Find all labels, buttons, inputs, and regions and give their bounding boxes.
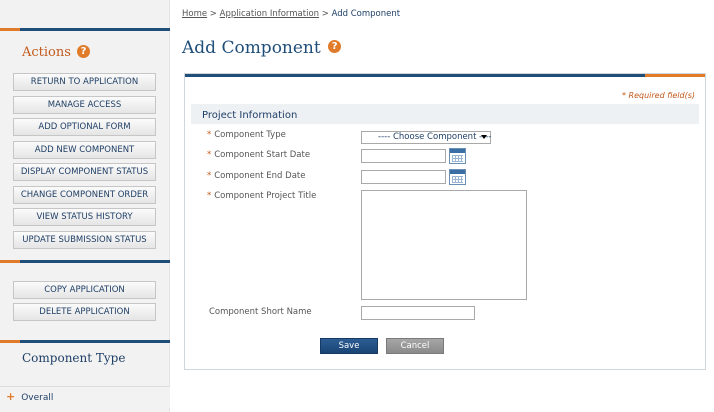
breadcrumb-separator: > — [207, 9, 220, 19]
update-submission-status-button[interactable]: UPDATE SUBMISSION STATUS — [13, 231, 156, 249]
overall-item[interactable]: + Overall — [0, 386, 170, 408]
delete-application-button[interactable]: DELETE APPLICATION — [13, 303, 156, 321]
display-component-status-button[interactable]: DISPLAY COMPONENT STATUS — [13, 163, 156, 181]
view-status-history-button[interactable]: VIEW STATUS HISTORY — [13, 208, 156, 226]
help-icon[interactable]: ? — [328, 40, 342, 53]
page-title-text: Add Component — [182, 38, 321, 58]
component-type-heading: Component Type — [22, 351, 126, 365]
save-button[interactable]: Save — [320, 338, 378, 354]
short-name-input[interactable] — [361, 306, 475, 320]
component-type-select[interactable]: ---- Choose Component ---- — [361, 131, 491, 144]
start-date-label: * Component Start Date — [207, 150, 311, 160]
actions-heading: Actions ? — [22, 45, 91, 60]
help-icon[interactable]: ? — [77, 45, 91, 58]
chevron-down-icon — [481, 135, 487, 139]
add-optional-form-button[interactable]: ADD OPTIONAL FORM — [13, 118, 156, 136]
start-date-input[interactable] — [361, 149, 446, 163]
form-panel: * Required field(s) Project Information … — [184, 73, 706, 370]
calendar-icon[interactable] — [449, 148, 466, 164]
breadcrumb-application-information-link[interactable]: Application Information — [220, 9, 319, 19]
project-title-textarea[interactable] — [361, 190, 527, 300]
breadcrumb-home-link[interactable]: Home — [182, 9, 207, 19]
sidebar-divider — [0, 340, 170, 343]
component-type-selected-value: ---- Choose Component ---- — [378, 132, 492, 142]
page-title: Add Component ? — [182, 38, 342, 58]
sidebar-divider — [0, 28, 170, 31]
breadcrumb-separator: > — [319, 9, 332, 19]
copy-application-button[interactable]: COPY APPLICATION — [13, 281, 156, 299]
end-date-input[interactable] — [361, 170, 446, 184]
sidebar-divider — [0, 260, 170, 263]
project-title-label: * Component Project Title — [207, 191, 317, 201]
section-title: Project Information — [202, 110, 298, 121]
breadcrumb: Home > Application Information > Add Com… — [182, 9, 400, 19]
short-name-label: Component Short Name — [209, 307, 312, 317]
calendar-icon[interactable] — [449, 169, 466, 185]
actions-title: Actions — [22, 45, 71, 60]
component-type-label: * Component Type — [207, 130, 286, 140]
expand-plus-icon[interactable]: + — [6, 390, 15, 403]
sidebar: Actions ? RETURN TO APPLICATION MANAGE A… — [0, 0, 170, 412]
overall-label[interactable]: Overall — [21, 393, 53, 403]
manage-access-button[interactable]: MANAGE ACCESS — [13, 96, 156, 114]
cancel-button[interactable]: Cancel — [386, 338, 444, 354]
required-fields-note: * Required field(s) — [621, 91, 695, 100]
end-date-label: * Component End Date — [207, 171, 306, 181]
panel-top-rule — [185, 74, 705, 77]
return-to-application-button[interactable]: RETURN TO APPLICATION — [13, 73, 156, 91]
change-component-order-button[interactable]: CHANGE COMPONENT ORDER — [13, 186, 156, 204]
breadcrumb-current: Add Component — [331, 9, 401, 19]
add-new-component-button[interactable]: ADD NEW COMPONENT — [13, 141, 156, 159]
